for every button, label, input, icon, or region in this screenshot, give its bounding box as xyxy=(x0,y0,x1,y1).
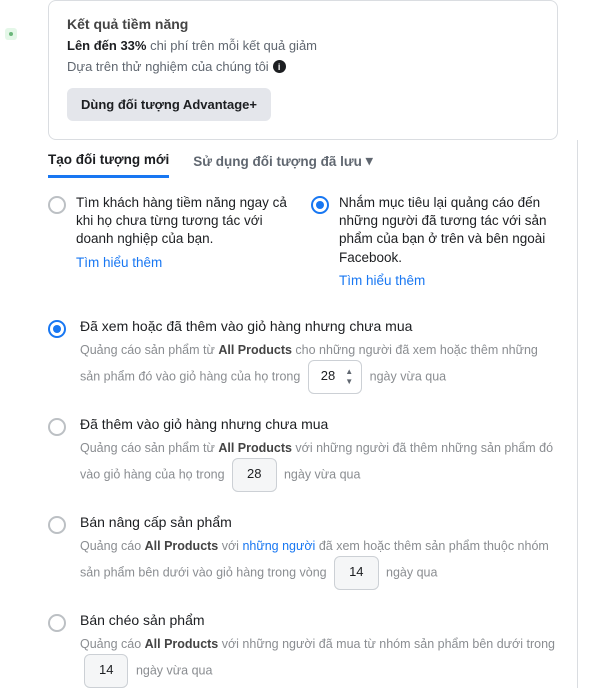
opt-desc: Quảng cáo All Products với những người đ… xyxy=(80,536,558,590)
advantage-card: Kết quả tiềm năng Lên đến 33% chi phí tr… xyxy=(48,0,558,140)
retarget-option: Bán nâng cấp sản phẩm Quảng cáo All Produ… xyxy=(48,514,558,590)
days-input[interactable]: 28 xyxy=(232,458,276,492)
radio-opt-1[interactable] xyxy=(48,418,66,436)
tabs: Tạo đối tượng mới Sử dụng đối tượng đã l… xyxy=(48,152,558,178)
card-title: Kết quả tiềm năng xyxy=(67,16,539,32)
radio-retarget[interactable] xyxy=(311,196,329,214)
opt-desc: Quảng cáo sản phẩm từ All Products với n… xyxy=(80,438,558,492)
opt-title: Đã thêm vào giỏ hàng nhưng chưa mua xyxy=(80,416,558,432)
opt-title: Bán nâng cấp sản phẩm xyxy=(80,514,558,530)
retarget-options: Đã xem hoặc đã thêm vào giỏ hàng nhưng c… xyxy=(48,318,558,688)
opt-title: Bán chéo sản phẩm xyxy=(80,612,558,628)
retarget-option: Đã xem hoặc đã thêm vào giỏ hàng nhưng c… xyxy=(48,318,558,394)
radio-retarget-text: Nhắm mục tiêu lại quảng cáo đến những ng… xyxy=(339,194,558,267)
step-down[interactable]: ▼ xyxy=(343,377,355,387)
side-indicator xyxy=(5,28,17,40)
opt-title: Đã xem hoặc đã thêm vào giỏ hàng nhưng c… xyxy=(80,318,558,334)
card-line2: Dựa trên thử nghiệm của chúng tôii xyxy=(67,59,539,74)
radio-opt-3[interactable] xyxy=(48,614,66,632)
radio-opt-0[interactable] xyxy=(48,320,66,338)
opt-desc: Quảng cáo All Products với những người đ… xyxy=(80,634,558,688)
info-icon[interactable]: i xyxy=(273,60,286,73)
border xyxy=(577,140,578,688)
card-line1: Lên đến 33% chi phí trên mỗi kết quả giả… xyxy=(67,38,539,53)
chevron-down-icon: ▾ xyxy=(366,153,373,169)
tab-saved-audience[interactable]: Sử dụng đối tượng đã lưu ▾ xyxy=(193,152,372,178)
tab-new-audience[interactable]: Tạo đối tượng mới xyxy=(48,152,169,178)
days-input[interactable]: 14 xyxy=(334,556,378,590)
retarget-option: Đã thêm vào giỏ hàng nhưng chưa mua Quảng… xyxy=(48,416,558,492)
radio-new-customers[interactable] xyxy=(48,196,66,214)
days-input[interactable]: 28▲▼ xyxy=(308,360,362,394)
learn-more-link[interactable]: Tìm hiểu thêm xyxy=(339,273,558,288)
use-advantage-button[interactable]: Dùng đối tượng Advantage+ xyxy=(67,88,271,121)
radio-opt-2[interactable] xyxy=(48,516,66,534)
opt-desc: Quảng cáo sản phẩm từ All Products cho n… xyxy=(80,340,558,394)
targeting-type: Tìm khách hàng tiềm năng ngay cả khi họ … xyxy=(48,194,558,288)
learn-more-link[interactable]: Tìm hiểu thêm xyxy=(76,255,295,270)
step-up[interactable]: ▲ xyxy=(343,367,355,377)
radio-new-text: Tìm khách hàng tiềm năng ngay cả khi họ … xyxy=(76,194,295,249)
retarget-option: Bán chéo sản phẩm Quảng cáo All Products … xyxy=(48,612,558,688)
days-input[interactable]: 14 xyxy=(84,654,128,688)
